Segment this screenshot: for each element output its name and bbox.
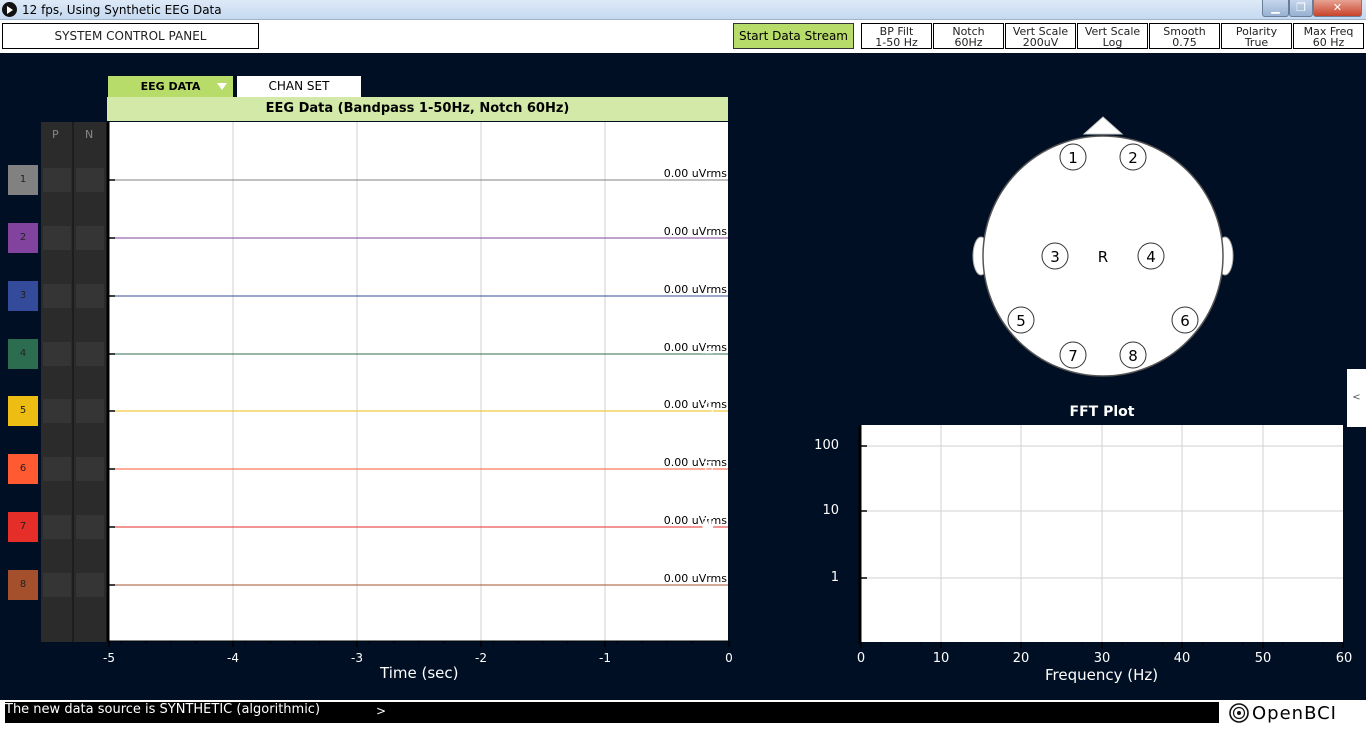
fft-y-tick-label: 100 [814, 438, 839, 453]
electrode-label: 1 [1068, 149, 1078, 167]
electrode-label: 5 [1016, 312, 1026, 330]
rms-label-ch2: 0.00 uVrms [663, 225, 727, 238]
electrode-label: 3 [1050, 248, 1060, 266]
console-message: The new data source is SYNTHETIC (algori… [5, 702, 321, 717]
electrode-label: 6 [1180, 312, 1190, 330]
eeg-x-axis-label: Time (sec) [380, 664, 459, 682]
electrode-label: 2 [1128, 149, 1138, 167]
fft-x-tick-label: 30 [1093, 651, 1111, 666]
eeg-x-tick-label: -2 [475, 651, 487, 665]
fft-y-tick-label: 1 [830, 570, 839, 585]
eeg-x-tick-label: -4 [227, 651, 239, 665]
electrode-label: 8 [1128, 347, 1138, 365]
rms-label-ch3: 0.00 uVrms [663, 283, 727, 296]
electrode-label: 7 [1068, 347, 1078, 365]
electrode-label: 4 [1146, 248, 1156, 266]
eeg-x-tick-label: -5 [103, 651, 115, 665]
fft-x-tick-label: 50 [1254, 651, 1272, 666]
fft-x-tick-label: 0 [856, 651, 866, 666]
head-plot: 1 2 3 4 5 6 7 8 R [972, 116, 1234, 377]
fft-x-tick-label: 40 [1173, 651, 1191, 666]
brain-logo-icon [1229, 703, 1249, 723]
eeg-x-tick-label: 0 [725, 651, 733, 665]
fft-x-tick-label: 20 [1012, 651, 1030, 666]
eeg-x-tick-label: -1 [599, 651, 611, 665]
brand-name: OpenBCI [1252, 702, 1337, 724]
fft-y-tick-label: 10 [822, 503, 839, 518]
rms-label-ch1: 0.00 uVrms [663, 167, 727, 180]
status-bar: The new data source is SYNTHETIC (algori… [0, 700, 1366, 730]
eeg-x-tick-label: -3 [351, 651, 363, 665]
fft-x-tick-label: 10 [932, 651, 950, 666]
rms-label-ch8: 0.00 uVrms [663, 572, 727, 585]
head-center-label: R [1098, 248, 1108, 266]
fft-x-tick-label: 60 [1335, 651, 1353, 666]
nose-marker [1082, 116, 1124, 135]
fft-x-axis-label: Frequency (Hz) [1045, 666, 1159, 684]
fft-y-axis-label: EEG Amplitude (uV per bin) [701, 336, 717, 530]
plots-canvas: 1 2 3 4 5 6 7 8 R [106, 116, 1344, 648]
collapse-panel-button[interactable]: < [1347, 369, 1366, 427]
console-caret: > [376, 704, 387, 718]
fft-title: FFT Plot [1069, 404, 1135, 420]
eeg-plot-area [109, 122, 728, 641]
openbci-logo: OpenBCI [1229, 702, 1337, 724]
